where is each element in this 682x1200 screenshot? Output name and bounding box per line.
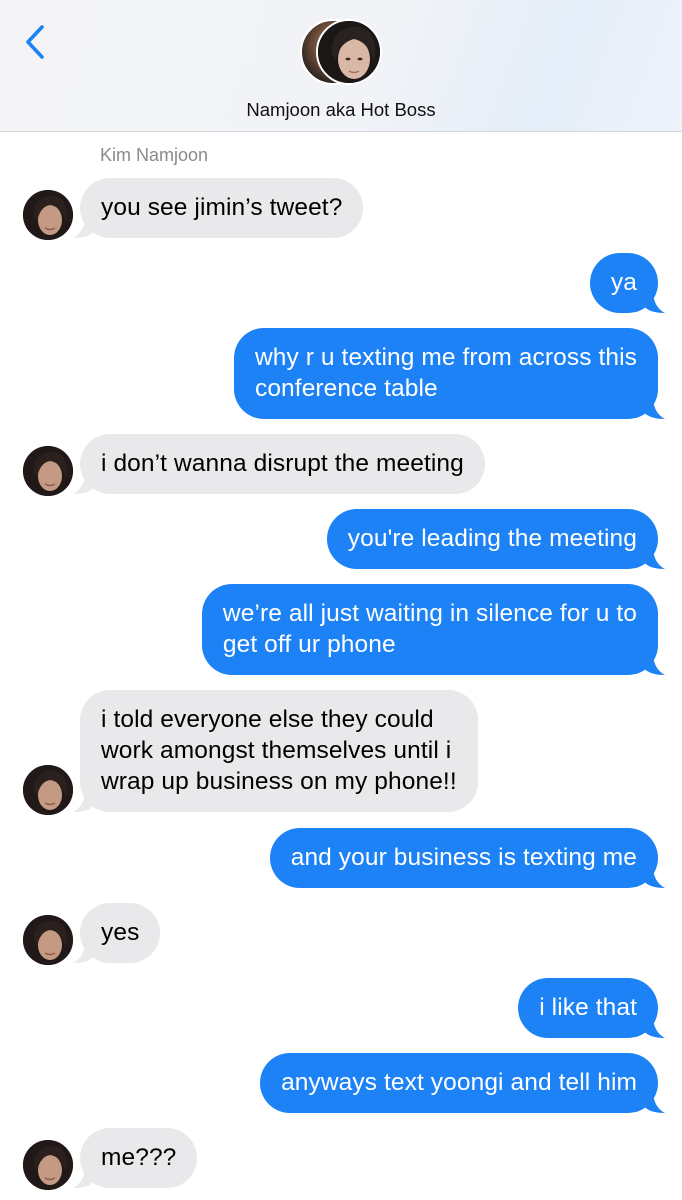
- bubble-tail: [643, 653, 665, 675]
- outgoing-message-bubble[interactable]: why r u texting me from across this conf…: [233, 328, 665, 419]
- message-row: i told everyone else they could work amo…: [0, 690, 682, 815]
- bubble-tail: [73, 941, 95, 963]
- message-text: i like that: [539, 994, 637, 1021]
- conversation-header: Namjoon aka Hot Boss: [0, 0, 682, 132]
- back-button[interactable]: [18, 22, 52, 62]
- bubble-tail: [643, 397, 665, 419]
- sender-avatar: [23, 1140, 73, 1190]
- outgoing-message-bubble[interactable]: ya: [589, 253, 665, 313]
- message-text: conference table: [254, 375, 438, 402]
- message-text: i don’t wanna disrupt the meeting: [101, 450, 464, 477]
- message-text: get off ur phone: [222, 631, 396, 658]
- sender-avatar: [23, 446, 73, 496]
- incoming-message-bubble[interactable]: yes: [73, 903, 161, 963]
- message-row: you see jimin’s tweet?: [0, 178, 682, 240]
- bubble-tail: [643, 547, 665, 569]
- contact-name[interactable]: Namjoon aka Hot Boss: [0, 99, 682, 121]
- message-text: work amongst themselves until i: [101, 737, 452, 764]
- outgoing-message-bubble[interactable]: anyways text yoongi and tell him: [260, 1053, 665, 1113]
- bubble-tail: [73, 1166, 95, 1188]
- message-text: ya: [610, 269, 637, 296]
- bubble-tail: [73, 790, 95, 812]
- sender-avatar: [23, 915, 73, 965]
- message-text: me???: [101, 1144, 177, 1171]
- message-text: and your business is texting me: [290, 844, 637, 871]
- bubble-tail: [73, 472, 95, 494]
- incoming-message-bubble[interactable]: i told everyone else they could work amo…: [73, 690, 478, 812]
- sender-avatar: [23, 765, 73, 815]
- bubble-tail: [73, 216, 95, 238]
- incoming-message-bubble[interactable]: i don’t wanna disrupt the meeting: [73, 434, 485, 494]
- message-text: why r u texting me from across this: [254, 344, 637, 371]
- incoming-message-bubble[interactable]: me???: [73, 1128, 198, 1188]
- outgoing-message-bubble[interactable]: i like that: [518, 978, 665, 1038]
- bubble-tail: [643, 1091, 665, 1113]
- incoming-message-bubble[interactable]: you see jimin’s tweet?: [73, 178, 364, 238]
- message-row: me???: [0, 1128, 682, 1190]
- message-text: wrap up business on my phone!!: [101, 768, 457, 795]
- outgoing-message-bubble[interactable]: and your business is texting me: [269, 828, 665, 888]
- message-row: yes: [0, 903, 682, 965]
- bubble-tail: [643, 291, 665, 313]
- message-text: you're leading the meeting: [347, 525, 637, 552]
- group-avatars[interactable]: [300, 19, 386, 89]
- avatar: [316, 19, 382, 85]
- sender-name: Kim Namjoon: [100, 145, 209, 165]
- message-text: yes: [101, 919, 140, 946]
- message-text: anyways text yoongi and tell him: [281, 1069, 637, 1096]
- message-thread: Kim Namjoon you see jimin’s tweet? ya wh…: [0, 132, 682, 1200]
- message-text: i told everyone else they could: [101, 706, 434, 733]
- outgoing-message-bubble[interactable]: we’re all just waiting in silence for u …: [201, 584, 665, 675]
- chevron-left-icon: [26, 25, 44, 59]
- message-text: we’re all just waiting in silence for u …: [222, 600, 637, 627]
- outgoing-message-bubble[interactable]: you're leading the meeting: [326, 509, 665, 569]
- message-row: i don’t wanna disrupt the meeting: [0, 434, 682, 496]
- message-text: you see jimin’s tweet?: [101, 194, 343, 221]
- sender-avatar: [23, 190, 73, 240]
- bubble-tail: [643, 1016, 665, 1038]
- bubble-tail: [643, 866, 665, 888]
